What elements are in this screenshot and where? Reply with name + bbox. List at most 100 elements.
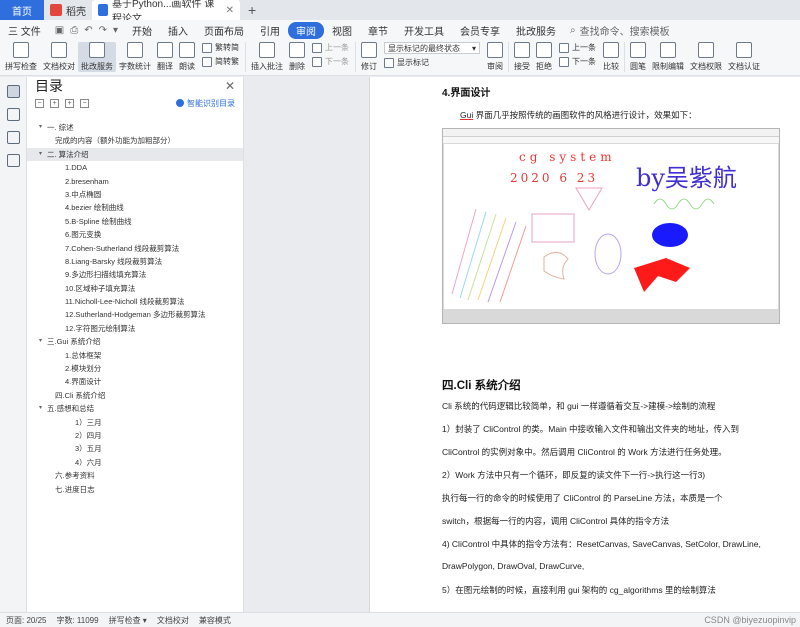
tab-docer[interactable]: 稻壳 <box>44 0 92 20</box>
save-icon[interactable]: ▣ <box>55 25 64 36</box>
file-menu[interactable]: 三 文件 <box>0 23 49 38</box>
proofread-status[interactable]: 文档校对 <box>157 615 189 626</box>
search-icon[interactable] <box>6 154 20 167</box>
read-aloud-button[interactable]: 朗读 <box>176 42 198 72</box>
trad-to-simp-button[interactable]: 繁转简 <box>202 42 239 53</box>
menu-insert[interactable]: 插入 <box>160 23 196 38</box>
toc-item[interactable]: 4.界面设计 <box>27 375 243 388</box>
spell-check-button[interactable]: 拼写检查 <box>2 42 40 72</box>
redo-icon[interactable]: ↷ <box>99 25 107 36</box>
menu-view[interactable]: 视图 <box>324 23 360 38</box>
toc-item[interactable]: 4.bezier 绘制曲线 <box>27 201 243 214</box>
toc-item[interactable]: 9.多边形扫描线填充算法 <box>27 268 243 281</box>
toc-item[interactable]: 10.区域种子填充算法 <box>27 282 243 295</box>
toc-item[interactable]: 8.Liang-Barsky 线段裁剪算法 <box>27 255 243 268</box>
toc-item[interactable]: 完成的内容（额外功能为加粗部分） <box>27 134 243 147</box>
expand-icon[interactable]: + <box>50 98 59 108</box>
toc-item[interactable]: 12.Sutherland-Hodgeman 多边形裁剪算法 <box>27 308 243 321</box>
chevron-down-icon[interactable]: ▾ <box>39 402 42 415</box>
word-count-button[interactable]: 字数统计 <box>116 42 154 72</box>
toc-item-label: 9.多边形扫描线填充算法 <box>65 270 147 280</box>
print-icon[interactable]: ⎙ <box>70 25 78 36</box>
toc-item[interactable]: 七.进度日志 <box>27 483 243 496</box>
ink-label: 圆笔 <box>630 62 646 71</box>
toc-item[interactable]: 5.B-Spline 绘制曲线 <box>27 215 243 228</box>
toc-item[interactable]: 3）五月 <box>27 442 243 455</box>
toc-item[interactable]: 3.中点椭圆 <box>27 188 243 201</box>
proofread-button[interactable]: 文档校对 <box>40 42 78 72</box>
menu-section[interactable]: 章节 <box>360 23 396 38</box>
toc-item-label: 7.Cohen-Sutherland 线段裁剪算法 <box>65 243 180 253</box>
bookmark-icon[interactable] <box>6 131 20 144</box>
tab-document[interactable]: 基于Python...画软件 课程论文 ✕ <box>92 0 240 25</box>
toc-item[interactable]: 四.Cli 系统介绍 <box>27 389 243 402</box>
doc-certify-button[interactable]: 文档认证 <box>725 42 763 72</box>
next-comment-button[interactable]: 下一条 <box>312 56 349 67</box>
chapter-icon[interactable] <box>6 108 20 121</box>
toc-item-label: 六.参考资料 <box>55 471 95 481</box>
chevron-down-icon[interactable]: ▾ <box>39 335 42 348</box>
menu-reference[interactable]: 引用 <box>252 23 288 38</box>
restrict-editing-button[interactable]: 限制编辑 <box>649 42 687 72</box>
prev-comment-button[interactable]: 上一条 <box>312 42 349 53</box>
spell-check-status[interactable]: 拼写检查 ▾ <box>109 615 147 626</box>
chevron-down-icon[interactable]: ▾ <box>39 148 42 161</box>
delete-comment-button[interactable]: 删除 <box>286 42 308 72</box>
compare-button[interactable]: 比较 <box>600 42 622 72</box>
chevron-down-icon[interactable]: ▾ <box>39 121 42 134</box>
menu-grading[interactable]: 批改服务 <box>508 23 564 38</box>
chevron-down-icon[interactable]: ▾ <box>113 25 118 36</box>
toc-item-label: 五.感想和总结 <box>47 404 95 414</box>
toc-item[interactable]: ▾ 一. 综述 <box>27 121 243 134</box>
toc-item[interactable]: 4）六月 <box>27 456 243 469</box>
translate-button[interactable]: 翻译 <box>154 42 176 72</box>
menu-layout[interactable]: 页面布局 <box>196 23 252 38</box>
insert-comment-button[interactable]: 插入批注 <box>248 42 286 72</box>
toc-item[interactable]: 1）三月 <box>27 416 243 429</box>
toc-icon[interactable] <box>6 85 20 98</box>
toc-item[interactable]: 6.图元变换 <box>27 228 243 241</box>
undo-icon[interactable]: ↶ <box>84 25 92 36</box>
ink-button[interactable]: 圆笔 <box>627 42 649 72</box>
add-icon[interactable]: + <box>65 98 74 108</box>
menu-member[interactable]: 会员专享 <box>452 23 508 38</box>
reject-button[interactable]: 拒绝 <box>533 42 555 72</box>
toc-item[interactable]: 2.模块划分 <box>27 362 243 375</box>
menu-dev-tools[interactable]: 开发工具 <box>396 23 452 38</box>
toc-item[interactable]: ▾ 二. 算法介绍 <box>27 147 243 162</box>
show-markup-button[interactable]: 显示标记 <box>384 57 480 68</box>
collapse-icon[interactable]: − <box>35 98 44 108</box>
toc-item[interactable]: 1.DDA <box>27 161 243 174</box>
toc-item[interactable]: ▾ 三.Gui 系统介绍 <box>27 335 243 348</box>
new-tab-button[interactable]: + <box>240 2 264 18</box>
close-icon[interactable]: ✕ <box>225 79 235 93</box>
review-pane-button[interactable]: 审阅 <box>484 42 506 72</box>
close-icon[interactable]: ✕ <box>226 5 234 16</box>
accept-button[interactable]: 接受 <box>511 42 533 72</box>
next-change-button[interactable]: 下一条 <box>559 56 596 67</box>
doc-permission-button[interactable]: 文档权限 <box>687 42 725 72</box>
toc-item[interactable]: 六.参考资料 <box>27 469 243 482</box>
toc-item[interactable]: 7.Cohen-Sutherland 线段裁剪算法 <box>27 242 243 255</box>
prev-change-button[interactable]: 上一条 <box>559 42 596 53</box>
remove-icon[interactable]: − <box>80 98 89 108</box>
toc-item[interactable]: 2.bresenham <box>27 175 243 188</box>
toc-item[interactable]: 1.总体框架 <box>27 349 243 362</box>
simp-to-trad-button[interactable]: 简转繁 <box>202 56 239 67</box>
toc-item-label: 8.Liang-Barsky 线段裁剪算法 <box>65 256 163 266</box>
toc-item[interactable]: 11.Nicholl-Lee-Nicholl 线段裁剪算法 <box>27 295 243 308</box>
markup-state-select[interactable]: 显示标记的最终状态 ▾ <box>384 42 480 54</box>
word-count[interactable]: 字数: 11099 <box>56 615 98 626</box>
command-search[interactable]: ⌕ 查找命令、搜索模板 <box>570 23 670 38</box>
page-indicator[interactable]: 页面: 20/25 <box>6 615 46 626</box>
toc-item[interactable]: 2）四月 <box>27 429 243 442</box>
tab-home[interactable]: 首页 <box>0 0 44 20</box>
grading-service-button[interactable]: 批改服务 <box>78 42 116 72</box>
toc-item[interactable]: ▾ 五.感想和总结 <box>27 402 243 415</box>
menu-review[interactable]: 审阅 <box>288 21 325 39</box>
smart-toc-button[interactable]: 智能识别目录 <box>176 98 235 109</box>
track-changes-button[interactable]: 修订 <box>358 42 380 72</box>
toc-item[interactable]: 12.字符图元绘制算法 <box>27 322 243 335</box>
menu-start[interactable]: 开始 <box>124 23 160 38</box>
markup-group: 显示标记的最终状态 ▾ 显示标记 <box>380 42 484 68</box>
